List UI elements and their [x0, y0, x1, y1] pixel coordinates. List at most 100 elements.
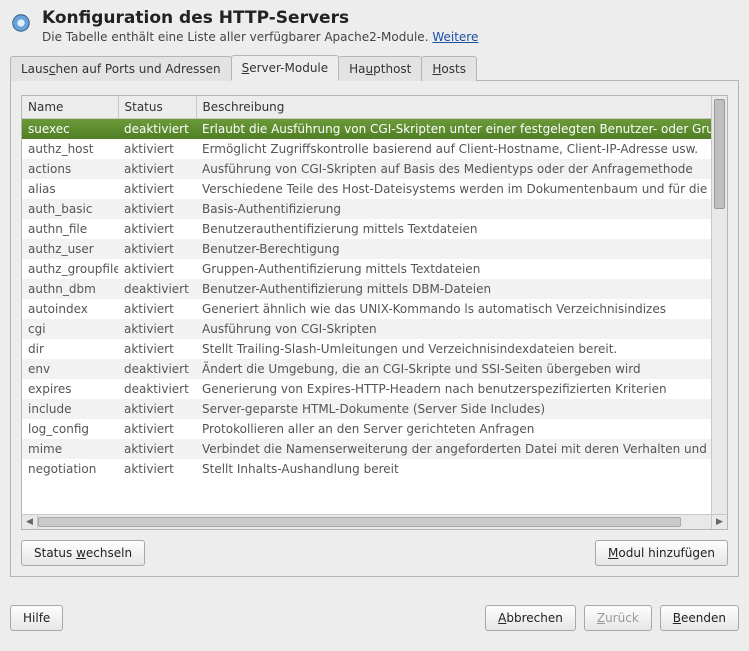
- table-row[interactable]: authz_hostaktiviertErmöglicht Zugriffsko…: [22, 139, 711, 159]
- cell-status: deaktiviert: [118, 379, 196, 399]
- scroll-right-icon[interactable]: ▶: [711, 515, 727, 529]
- cell-status: aktiviert: [118, 439, 196, 459]
- table-row[interactable]: authn_fileaktiviertBenutzerauthentifizie…: [22, 219, 711, 239]
- cell-desc: Generiert ähnlich wie das UNIX-Kommando …: [196, 299, 711, 319]
- page-title: Konfiguration des HTTP-Servers: [42, 8, 478, 28]
- cell-name: expires: [22, 379, 118, 399]
- horizontal-scrollbar-thumb[interactable]: [38, 517, 681, 527]
- back-button: Zurück: [584, 605, 652, 631]
- cell-name: negotiation: [22, 459, 118, 476]
- table-row[interactable]: authn_dbmdeaktiviertBenutzer-Authentifiz…: [22, 279, 711, 299]
- cell-status: aktiviert: [118, 239, 196, 259]
- table-row[interactable]: cgiaktiviertAusführung von CGI-Skripten: [22, 319, 711, 339]
- table-row[interactable]: authz_groupfileaktiviertGruppen-Authenti…: [22, 259, 711, 279]
- col-desc[interactable]: Beschreibung: [196, 96, 711, 119]
- table-row[interactable]: autoindexaktiviertGeneriert ähnlich wie …: [22, 299, 711, 319]
- table-row[interactable]: auth_basicaktiviertBasis-Authentifizieru…: [22, 199, 711, 219]
- table-row[interactable]: envdeaktiviertÄndert die Umgebung, die a…: [22, 359, 711, 379]
- cell-status: aktiviert: [118, 339, 196, 359]
- table-row[interactable]: aliasaktiviertVerschiedene Teile des Hos…: [22, 179, 711, 199]
- cell-desc: Benutzerauthentifizierung mittels Textda…: [196, 219, 711, 239]
- vertical-scrollbar[interactable]: [711, 96, 727, 514]
- cell-desc: Benutzer-Authentifizierung mittels DBM-D…: [196, 279, 711, 299]
- cell-name: cgi: [22, 319, 118, 339]
- page-subtitle: Die Tabelle enthält eine Liste aller ver…: [42, 30, 478, 44]
- cell-name: authn_dbm: [22, 279, 118, 299]
- table-row[interactable]: includeaktiviertServer-geparste HTML-Dok…: [22, 399, 711, 419]
- panel-server-modules: Name Status Beschreibung suexecdeaktivie…: [10, 81, 739, 577]
- cell-status: aktiviert: [118, 299, 196, 319]
- table-row[interactable]: mimeaktiviertVerbindet die Namenserweite…: [22, 439, 711, 459]
- table-row[interactable]: negotiationaktiviertStellt Inhalts-Ausha…: [22, 459, 711, 476]
- cell-status: aktiviert: [118, 319, 196, 339]
- col-status[interactable]: Status: [118, 96, 196, 119]
- table-row[interactable]: actionsaktiviertAusführung von CGI-Skrip…: [22, 159, 711, 179]
- cell-name: log_config: [22, 419, 118, 439]
- cell-desc: Benutzer-Berechtigung: [196, 239, 711, 259]
- horizontal-scrollbar[interactable]: ◀ ▶: [21, 514, 728, 530]
- module-table-frame: Name Status Beschreibung suexecdeaktivie…: [21, 95, 728, 515]
- cell-name: auth_basic: [22, 199, 118, 219]
- cell-status: aktiviert: [118, 399, 196, 419]
- cell-name: authn_file: [22, 219, 118, 239]
- cell-desc: Protokollieren aller an den Server geric…: [196, 419, 711, 439]
- module-table-scroll[interactable]: Name Status Beschreibung suexecdeaktivie…: [22, 96, 711, 514]
- cell-name: include: [22, 399, 118, 419]
- cell-status: aktiviert: [118, 419, 196, 439]
- horizontal-scrollbar-track[interactable]: [38, 515, 711, 529]
- cell-status: deaktiviert: [118, 119, 196, 140]
- cell-name: mime: [22, 439, 118, 459]
- cell-name: authz_user: [22, 239, 118, 259]
- vertical-scrollbar-thumb[interactable]: [714, 99, 725, 209]
- table-row[interactable]: authz_useraktiviertBenutzer-Berechtigung: [22, 239, 711, 259]
- cell-status: aktiviert: [118, 179, 196, 199]
- cell-name: dir: [22, 339, 118, 359]
- cell-name: authz_host: [22, 139, 118, 159]
- table-row[interactable]: diraktiviertStellt Trailing-Slash-Umleit…: [22, 339, 711, 359]
- tab-3[interactable]: Hosts: [421, 56, 477, 81]
- more-link[interactable]: Weitere: [432, 30, 478, 44]
- cell-desc: Ermöglicht Zugriffskontrolle basierend a…: [196, 139, 711, 159]
- server-icon: [10, 12, 32, 34]
- module-table: Name Status Beschreibung suexecdeaktivie…: [22, 96, 711, 476]
- cell-desc: Stellt Inhalts-Aushandlung bereit: [196, 459, 711, 476]
- page-header: Konfiguration des HTTP-Servers Die Tabel…: [10, 8, 739, 44]
- cell-desc: Verbindet die Namenserweiterung der ange…: [196, 439, 711, 459]
- help-button[interactable]: Hilfe: [10, 605, 63, 631]
- cell-desc: Generierung von Expires-HTTP-Headern nac…: [196, 379, 711, 399]
- cell-desc: Gruppen-Authentifizierung mittels Textda…: [196, 259, 711, 279]
- cancel-button[interactable]: Abbrechen: [485, 605, 576, 631]
- cell-desc: Server-geparste HTML-Dokumente (Server S…: [196, 399, 711, 419]
- cell-desc: Basis-Authentifizierung: [196, 199, 711, 219]
- cell-name: env: [22, 359, 118, 379]
- add-module-button[interactable]: Modul hinzufügen: [595, 540, 728, 566]
- cell-status: aktiviert: [118, 219, 196, 239]
- cell-desc: Ausführung von CGI-Skripten auf Basis de…: [196, 159, 711, 179]
- cell-name: autoindex: [22, 299, 118, 319]
- scroll-left-icon[interactable]: ◀: [22, 515, 38, 529]
- table-row[interactable]: suexecdeaktiviertErlaubt die Ausführung …: [22, 119, 711, 140]
- cell-status: aktiviert: [118, 139, 196, 159]
- cell-status: aktiviert: [118, 199, 196, 219]
- tab-1[interactable]: Server-Module: [231, 55, 340, 81]
- tab-bar: Lauschen auf Ports und AdressenServer-Mo…: [10, 54, 739, 81]
- cell-status: deaktiviert: [118, 359, 196, 379]
- tab-2[interactable]: Haupthost: [338, 56, 422, 81]
- cell-desc: Erlaubt die Ausführung von CGI-Skripten …: [196, 119, 711, 140]
- cell-desc: Verschiedene Teile des Host-Dateisystems…: [196, 179, 711, 199]
- col-name[interactable]: Name: [22, 96, 118, 119]
- cell-desc: Ausführung von CGI-Skripten: [196, 319, 711, 339]
- tab-0[interactable]: Lauschen auf Ports und Adressen: [10, 56, 232, 81]
- cell-status: aktiviert: [118, 459, 196, 476]
- cell-desc: Ändert die Umgebung, die an CGI-Skripte …: [196, 359, 711, 379]
- cell-status: aktiviert: [118, 159, 196, 179]
- table-row[interactable]: expiresdeaktiviertGenerierung von Expire…: [22, 379, 711, 399]
- cell-name: suexec: [22, 119, 118, 140]
- cell-status: deaktiviert: [118, 279, 196, 299]
- finish-button[interactable]: Beenden: [660, 605, 739, 631]
- cell-name: actions: [22, 159, 118, 179]
- footer: Hilfe Abbrechen Zurück Beenden: [10, 605, 739, 631]
- toggle-status-button[interactable]: Status wechseln: [21, 540, 145, 566]
- cell-desc: Stellt Trailing-Slash-Umleitungen und Ve…: [196, 339, 711, 359]
- table-row[interactable]: log_configaktiviertProtokollieren aller …: [22, 419, 711, 439]
